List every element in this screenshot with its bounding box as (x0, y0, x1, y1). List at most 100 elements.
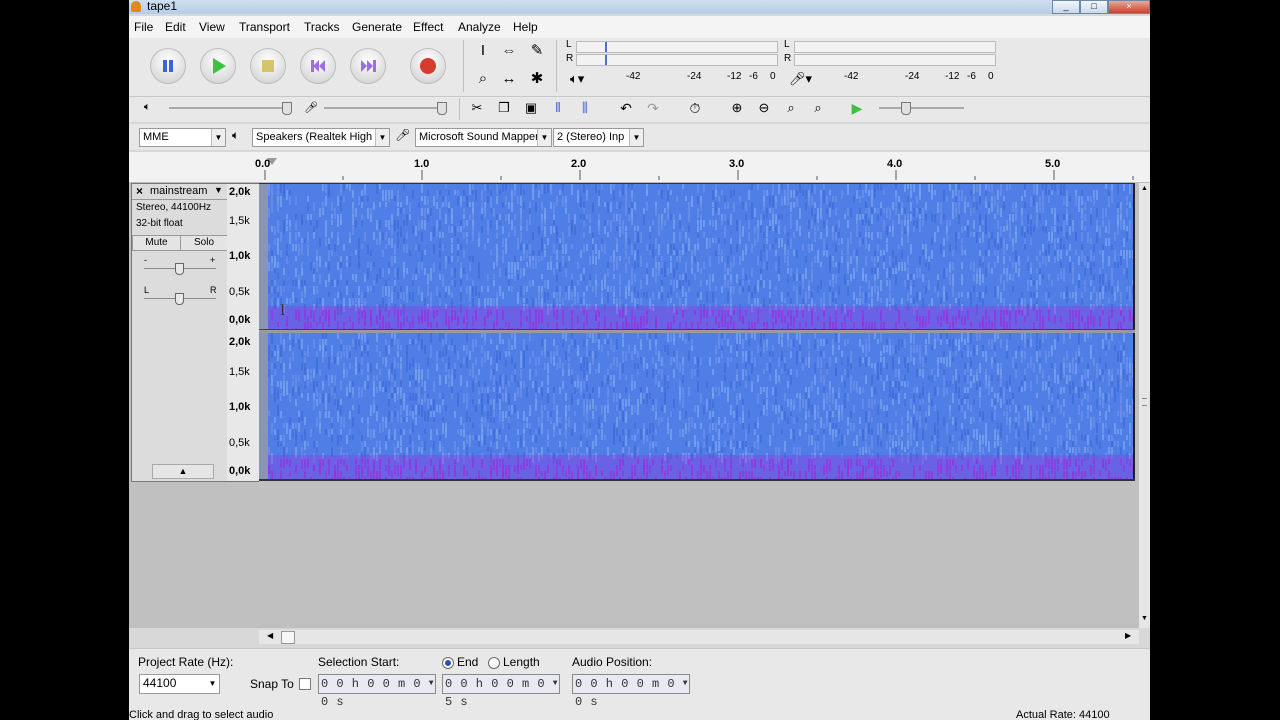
status-bar: Click and drag to select audio Actual Ra… (129, 705, 1150, 720)
vertical-scrollbar[interactable]: ▲ ▼ (1139, 183, 1150, 628)
menu-file[interactable]: File (134, 20, 153, 34)
play-at-speed-icon[interactable]: ▶ (846, 97, 868, 119)
chevron-down-icon: ▼ (537, 129, 551, 146)
rec-scale-24: -24 (905, 71, 920, 82)
track-format-info: Stereo, 44100Hz (136, 202, 212, 213)
scroll-up-icon[interactable]: ▲ (1141, 185, 1148, 192)
audio-host-select[interactable]: MME ▼ (139, 128, 226, 147)
skip-end-icon (361, 60, 376, 72)
skip-to-end-button[interactable] (350, 48, 386, 84)
collapse-track-button[interactable]: ▲ (152, 464, 214, 479)
play-scale-24: -24 (687, 71, 702, 82)
selection-tool-icon[interactable]: I (472, 40, 494, 62)
scroll-right-icon[interactable]: ▶ (1125, 631, 1131, 640)
scroll-grip[interactable] (1142, 398, 1147, 406)
audio-position-field[interactable]: 0 0 h 0 0 m 0 0 s ▼ (572, 674, 690, 709)
stop-button[interactable] (250, 48, 286, 84)
output-volume-slider[interactable] (169, 102, 292, 115)
microphone-meter-icon[interactable]: 🎤︎▾ (789, 71, 812, 87)
play-speed-slider[interactable] (879, 102, 964, 115)
fit-selection-icon[interactable]: ⌕ (780, 97, 802, 119)
play-scale-0: 0 (770, 71, 776, 82)
pause-button[interactable] (150, 48, 186, 84)
scroll-down-icon[interactable]: ▼ (1141, 615, 1148, 622)
selection-start-field[interactable]: 0 0 h 0 0 m 0 0 s ▼ (318, 674, 436, 709)
time-shift-tool-icon[interactable]: ↔ (498, 68, 520, 90)
track-title-bar[interactable]: × mainstream ▼ (132, 184, 228, 200)
output-device-value: Speakers (Realtek High (256, 131, 373, 143)
close-track-icon[interactable]: × (136, 184, 143, 198)
track-panel: × mainstream ▼ Stereo, 44100Hz 32-bit fl… (129, 183, 1139, 628)
spectrogram-left-channel[interactable] (259, 183, 1135, 330)
redo-icon[interactable]: ↷ (642, 97, 664, 119)
play-meter-label-r: R (566, 53, 574, 64)
length-label: Length (503, 655, 540, 669)
app-logo-icon (131, 1, 141, 12)
end-radio[interactable] (442, 657, 454, 669)
menu-effect[interactable]: Effect (413, 20, 443, 34)
pause-icon (163, 60, 173, 72)
snap-to-checkbox[interactable] (299, 678, 311, 690)
sync-lock-icon[interactable]: ⏱ (684, 97, 706, 119)
horizontal-scrollbar[interactable]: ◀ ▶ (259, 630, 1139, 644)
speaker-meter-icon[interactable]: 🔈︎▾ (570, 71, 584, 87)
gain-slider[interactable] (144, 263, 216, 275)
maximize-button[interactable]: □ (1080, 0, 1108, 14)
track-menu-chevron-icon[interactable]: ▼ (214, 185, 223, 195)
mixer-edit-toolbar: 🔈︎ 🎤︎ ✂ ❐ ▣ ⫴ ⫼ ↶ ↷ ⏱ ⊕ ⊖ ⌕ ⌕ ▶ (129, 97, 1150, 122)
freq-label-1k-top: 1,0k (229, 250, 251, 262)
silence-icon[interactable]: ⫼ (574, 97, 596, 119)
input-volume-slider[interactable] (324, 102, 447, 115)
undo-icon[interactable]: ↶ (615, 97, 637, 119)
record-button[interactable] (410, 48, 446, 84)
menu-generate[interactable]: Generate (352, 20, 402, 34)
track-bitdepth-info: 32-bit float (136, 218, 183, 229)
input-device-select[interactable]: Microsoft Sound Mapper ▼ (415, 128, 552, 147)
zoom-out-icon[interactable]: ⊖ (753, 97, 775, 119)
h-scroll-thumb[interactable] (281, 631, 295, 644)
draw-tool-icon[interactable]: ✎ (526, 40, 548, 62)
mute-button[interactable]: Mute (132, 235, 181, 251)
zoom-tool-icon[interactable]: ⌕ (472, 68, 494, 90)
fit-project-icon[interactable]: ⌕ (807, 97, 829, 119)
copy-icon[interactable]: ❐ (493, 97, 515, 119)
envelope-tool-icon[interactable]: ⇔ (498, 40, 520, 62)
solo-button[interactable]: Solo (180, 235, 228, 251)
input-channels-select[interactable]: 2 (Stereo) Inp ▼ (553, 128, 644, 147)
menu-edit[interactable]: Edit (165, 20, 186, 34)
menu-tracks[interactable]: Tracks (304, 20, 340, 34)
menu-analyze[interactable]: Analyze (458, 20, 501, 34)
play-button[interactable] (200, 48, 236, 84)
track-bottom-border (259, 479, 1135, 481)
skip-to-start-button[interactable] (300, 48, 336, 84)
menu-help[interactable]: Help (513, 20, 538, 34)
paste-icon[interactable]: ▣ (520, 97, 542, 119)
trim-icon[interactable]: ⫴ (547, 97, 569, 119)
spectrogram-right-channel[interactable] (259, 333, 1135, 479)
scroll-left-icon[interactable]: ◀ (267, 631, 273, 640)
selection-end-field[interactable]: 0 0 h 0 0 m 0 5 s ▼ (442, 674, 560, 709)
length-radio[interactable] (488, 657, 500, 669)
project-rate-select[interactable]: 44100 ▼ (139, 674, 220, 694)
close-window-button[interactable]: × (1108, 0, 1150, 14)
chevron-down-icon: ▼ (682, 679, 688, 688)
cut-icon[interactable]: ✂ (466, 97, 488, 119)
freq-label-1-5k-top: 1,5k (229, 215, 250, 227)
selection-toolbar: Project Rate (Hz): 44100 ▼ Snap To Select… (129, 648, 1150, 709)
output-device-select[interactable]: Speakers (Realtek High ▼ (252, 128, 390, 147)
zoom-in-icon[interactable]: ⊕ (726, 97, 748, 119)
freq-label-2k-bottom: 2,0k (229, 336, 251, 348)
window-title: tape1 (147, 0, 178, 13)
input-device-value: Microsoft Sound Mapper (419, 131, 539, 143)
menu-transport[interactable]: Transport (239, 20, 290, 34)
menu-view[interactable]: View (199, 20, 225, 34)
ruler-label-5: 5.0 (1045, 158, 1061, 170)
end-label: End (457, 655, 479, 669)
multi-tool-icon[interactable]: ✱ (526, 68, 548, 90)
play-meter-bar-right (576, 54, 778, 66)
play-scale-6: -6 (749, 71, 758, 82)
timeline-ruler[interactable]: 0.0 1.0 2.0 3.0 4.0 5.0 (129, 152, 1150, 183)
pan-slider[interactable] (144, 293, 216, 305)
track-name: mainstream (150, 185, 208, 197)
minimize-button[interactable]: _ (1052, 0, 1080, 14)
